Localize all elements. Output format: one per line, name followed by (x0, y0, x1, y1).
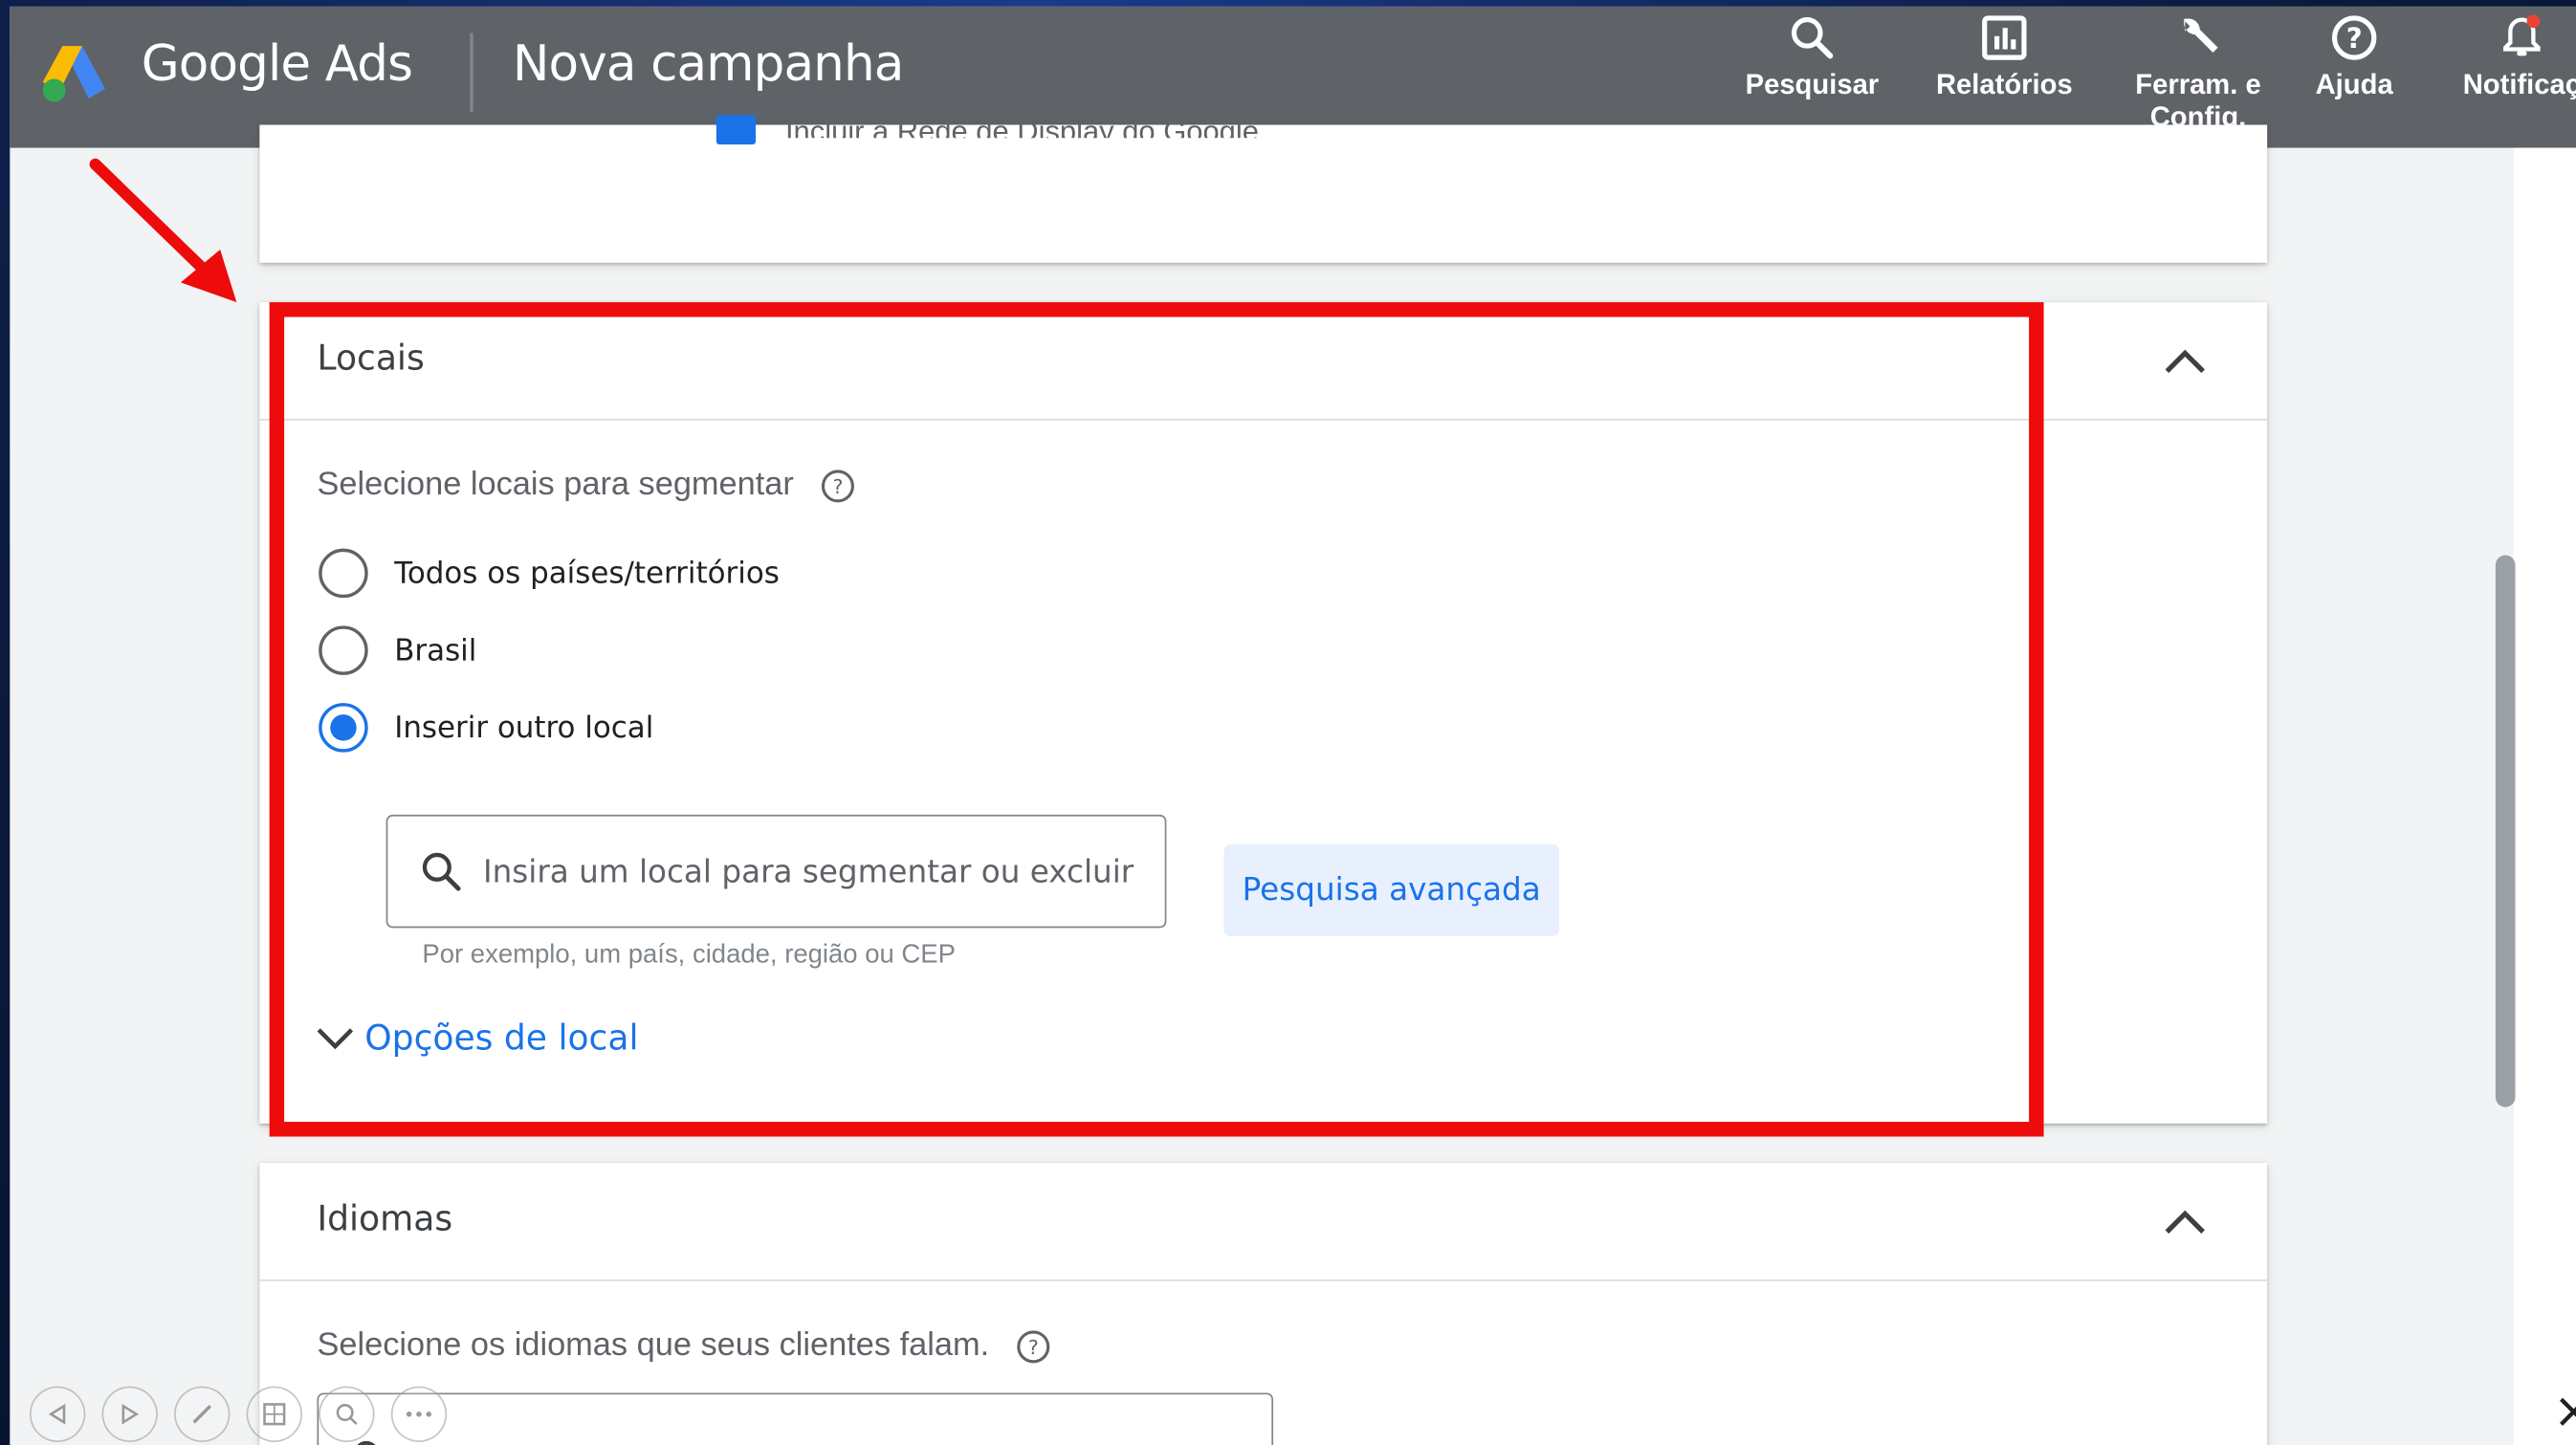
red-arrow-icon (89, 158, 237, 303)
help-circle-icon[interactable]: ? (1015, 1328, 1051, 1365)
nav-search-label: Pesquisar (1745, 69, 1880, 100)
more-options-button[interactable] (390, 1386, 448, 1442)
scrollbar-thumb[interactable] (2495, 555, 2516, 1107)
help-icon: ? (2331, 15, 2377, 60)
location-search-field[interactable] (385, 814, 1167, 929)
radio-brasil-label: Brasil (394, 633, 477, 668)
svg-text:?: ? (2346, 22, 2363, 55)
more-dots-icon (406, 1412, 432, 1417)
close-icon[interactable]: × (2553, 1383, 2576, 1440)
languages-header: Idiomas (259, 1163, 2268, 1281)
locations-card: Locais Selecione locais para segmentar ?… (259, 302, 2268, 1124)
network-card: Incluir a Rede de Display do Google (259, 115, 2268, 263)
languages-card: Idiomas Selecione os idiomas que seus cl… (259, 1162, 2268, 1445)
locations-prompt: Selecione locais para segmentar ? (317, 467, 855, 505)
slideshow-controls (29, 1386, 448, 1442)
radio-all-countries[interactable]: Todos os países/territórios (319, 548, 780, 599)
nav-notifications-button[interactable]: Notificaç (2432, 7, 2576, 148)
location-options-label: Opções de local (364, 1018, 639, 1059)
play-back-icon (48, 1403, 66, 1425)
slides-grid-button[interactable] (246, 1386, 303, 1442)
pen-icon (192, 1404, 212, 1424)
help-circle-icon[interactable]: ? (820, 468, 856, 504)
pen-tool-button[interactable] (174, 1386, 231, 1442)
wrench-icon (2183, 17, 2218, 53)
search-icon (422, 851, 461, 890)
nav-help-button[interactable]: ? Ajuda (2301, 7, 2409, 148)
radio-other-location[interactable]: Inserir outro local (319, 703, 653, 753)
radio-all-countries-label: Todos os países/territórios (394, 556, 780, 591)
collapse-locations-button[interactable] (2159, 335, 2212, 387)
grid-icon (263, 1403, 286, 1426)
radio-other-location-label: Inserir outro local (394, 710, 654, 745)
locations-title: Locais (317, 338, 425, 379)
zoomed-screenshot: Google Ads Nova campanha Pesquisar Relat… (0, 0, 2576, 1445)
radio-button[interactable] (319, 548, 368, 599)
slide-background: Google Ads Nova campanha Pesquisar Relat… (0, 0, 2576, 1445)
display-network-checkbox[interactable] (716, 115, 757, 145)
brand-name: Google Ads (141, 35, 413, 94)
radio-brasil[interactable]: Brasil (319, 625, 476, 675)
location-search-input[interactable] (482, 853, 1140, 890)
magnifier-icon (336, 1404, 358, 1425)
advanced-search-button[interactable]: Pesquisa avançada (1223, 843, 1559, 936)
radio-button[interactable] (319, 625, 368, 675)
bell-icon (2503, 14, 2541, 56)
chevron-up-icon (2165, 349, 2205, 373)
languages-prompt-text: Selecione os idiomas que seus clientes f… (317, 1326, 990, 1364)
next-slide-button[interactable] (101, 1386, 158, 1442)
locations-prompt-text: Selecione locais para segmentar (317, 466, 794, 503)
collapse-languages-button[interactable] (2159, 1195, 2212, 1248)
zoom-button[interactable] (319, 1386, 375, 1442)
nav-help-label: Ajuda (2315, 69, 2393, 100)
google-ads-logo-icon (42, 46, 105, 102)
previous-slide-button[interactable] (29, 1386, 86, 1442)
chevron-down-icon (317, 1028, 354, 1050)
scrollbar-track (2513, 147, 2576, 1445)
languages-title: Idiomas (317, 1198, 453, 1238)
chevron-up-icon (2165, 1210, 2205, 1234)
svg-text:?: ? (832, 475, 843, 498)
languages-prompt: Selecione os idiomas que seus clientes f… (317, 1327, 1050, 1366)
play-icon (121, 1403, 139, 1425)
display-network-label: Incluir a Rede de Display do Google (784, 115, 1259, 139)
language-search-field[interactable] (317, 1392, 1274, 1445)
google-ads-app: Google Ads Nova campanha Pesquisar Relat… (10, 6, 2576, 1445)
radio-button-selected[interactable] (319, 703, 368, 753)
svg-text:?: ? (1027, 1336, 1038, 1359)
location-options-link[interactable]: Opções de local (316, 1018, 639, 1058)
page-title: Nova campanha (512, 35, 904, 94)
locations-header: Locais (259, 302, 2268, 421)
header-divider (470, 33, 473, 112)
reports-icon (1982, 15, 2027, 60)
nav-reports-label: Relatórios (1935, 69, 2073, 100)
nav-notifications-label: Notificaç (2462, 69, 2576, 100)
location-hint: Por exemplo, um país, cidade, região ou … (422, 941, 956, 970)
search-icon (1791, 17, 1834, 59)
